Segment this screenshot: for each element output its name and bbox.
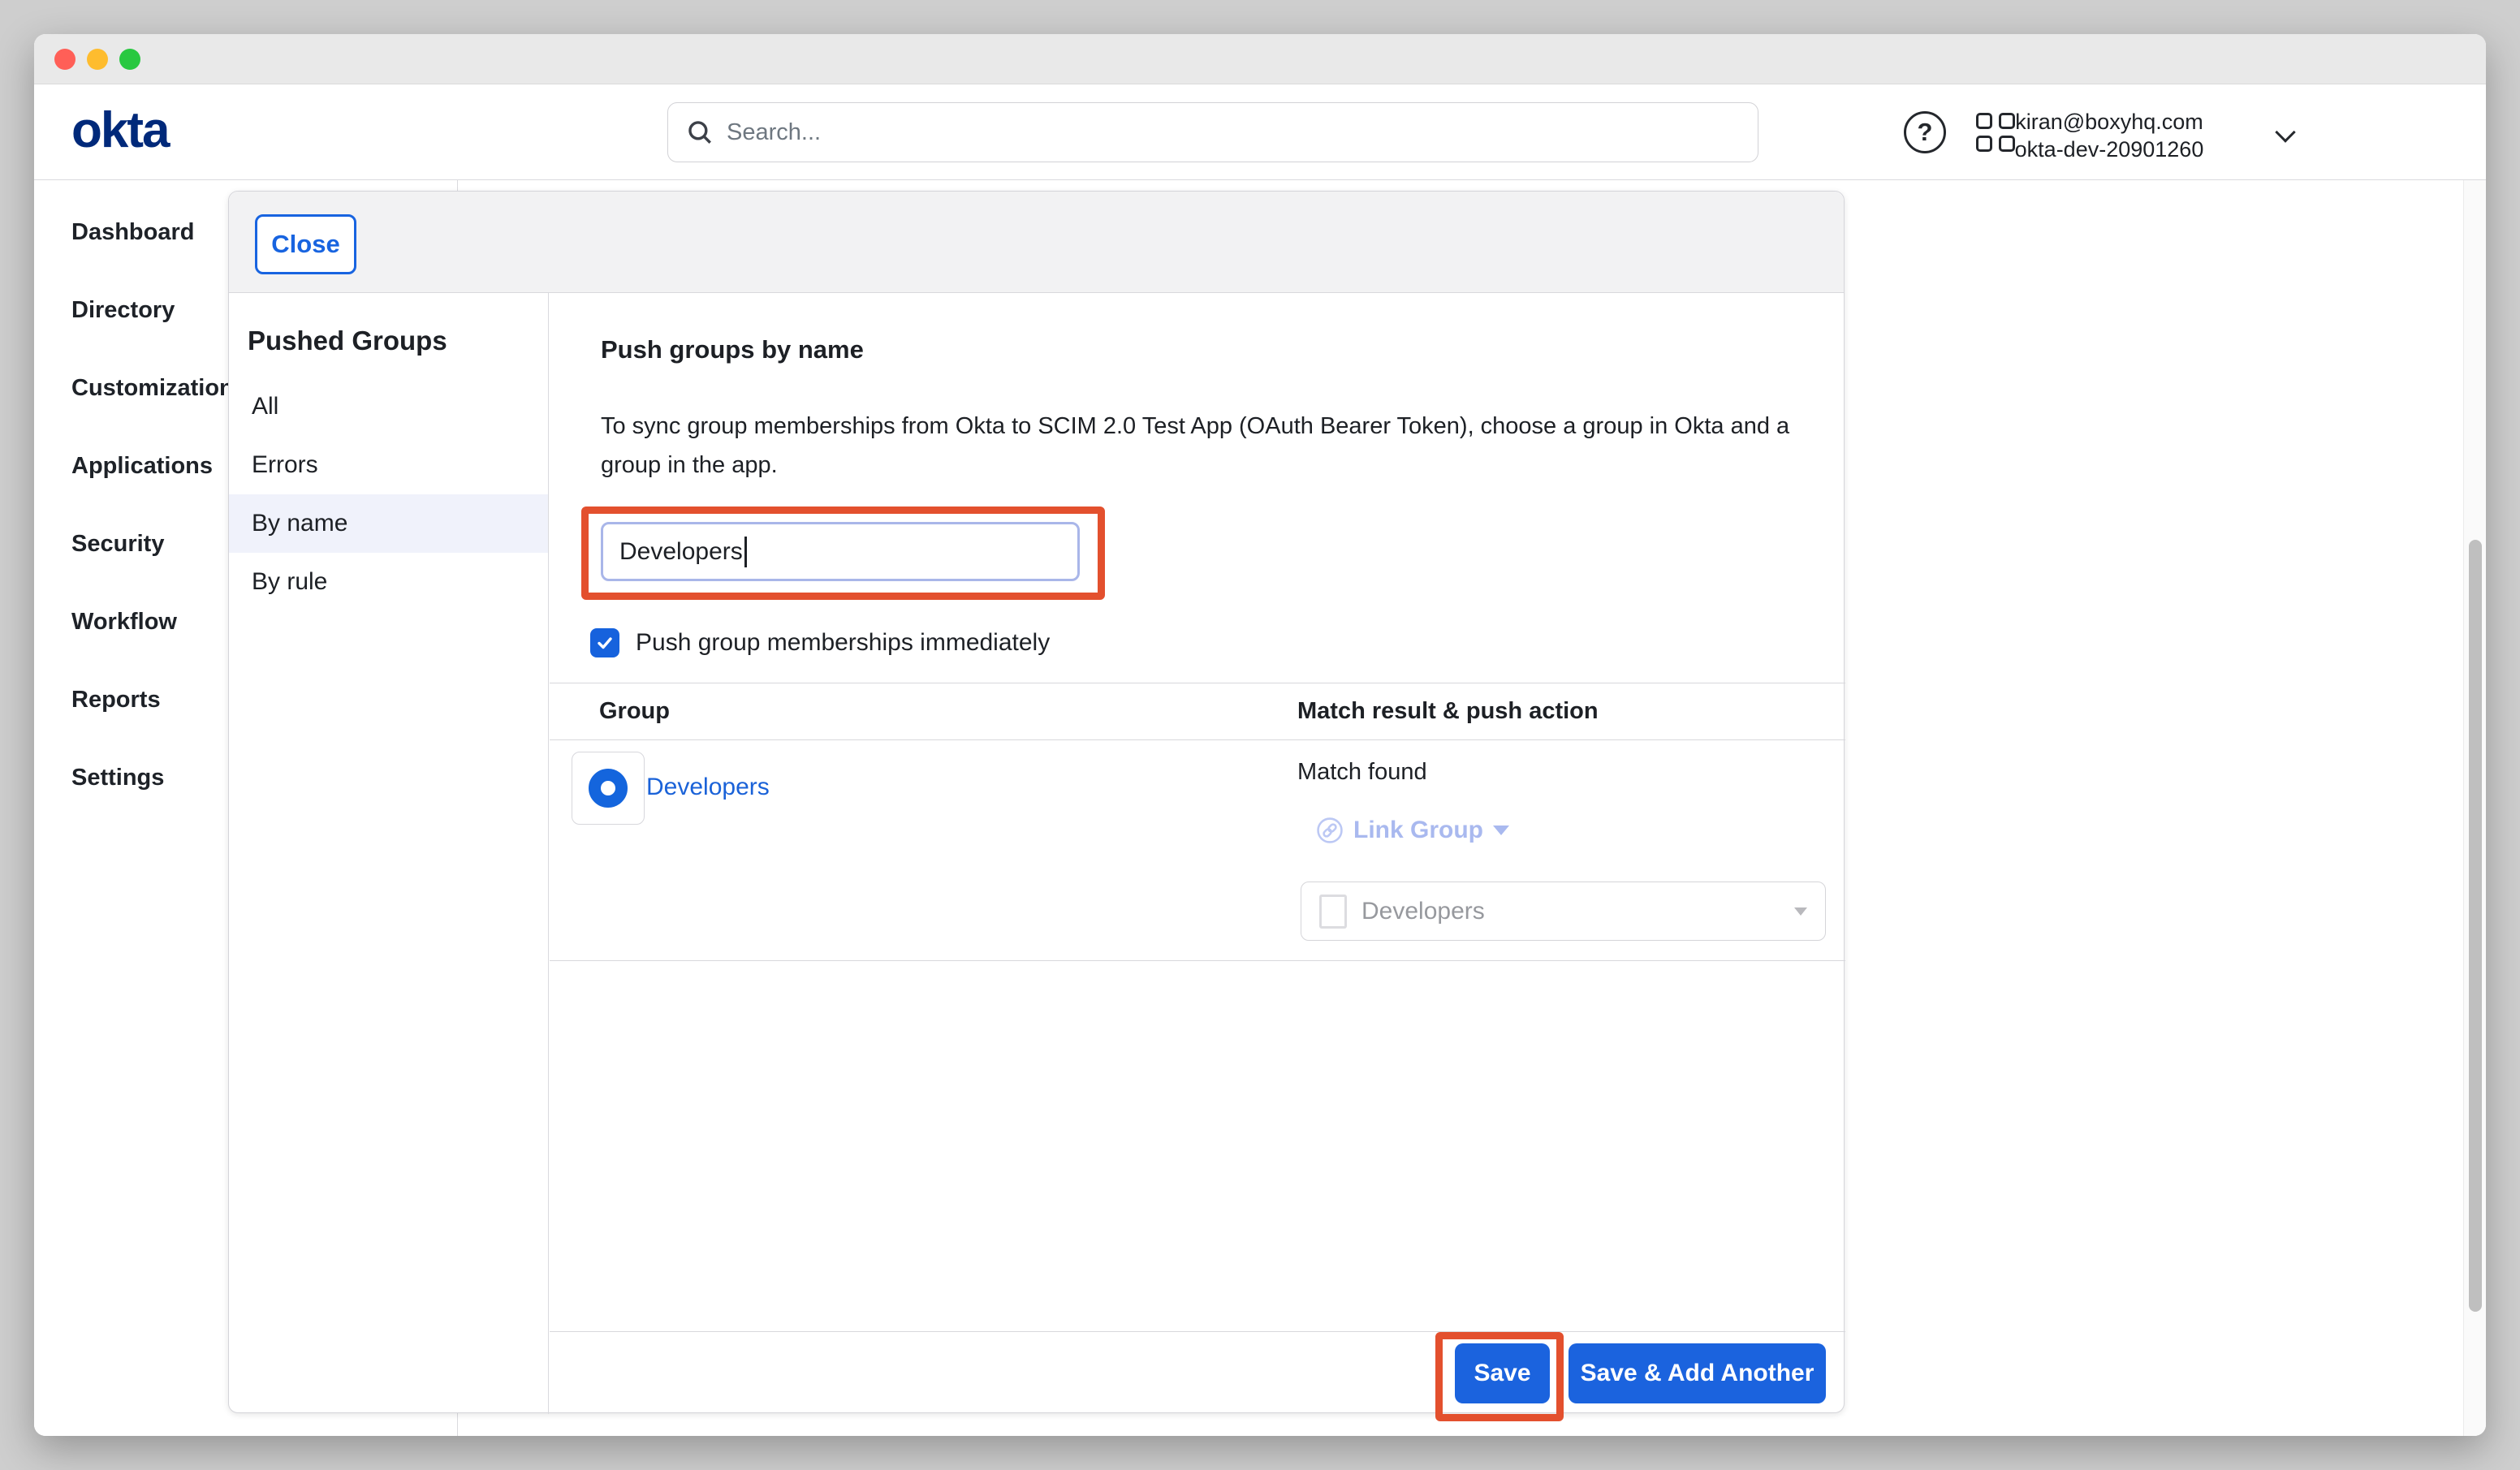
help-glyph: ? [1918,118,1933,147]
save-add-another-button[interactable]: Save & Add Another [1569,1343,1826,1403]
sidebar-item-label: Reports [71,687,161,713]
checkmark-icon [595,633,615,653]
column-header-match: Match result & push action [1297,683,1599,739]
app-header: okta ? kiran@boxyhq.com okta-dev-2090126… [34,84,2486,180]
nav-item-by-name[interactable]: By name [229,494,548,553]
window-minimize-button[interactable] [87,49,108,70]
sidebar-item-label: Workflow [71,609,177,636]
push-groups-description: To sync group memberships from Okta to S… [601,407,1802,485]
column-header-group: Group [599,683,670,739]
search-input[interactable] [727,119,1740,146]
page-scrollbar[interactable] [2463,180,2486,1436]
save-button[interactable]: Save [1455,1343,1550,1403]
app-group-select[interactable]: Developers [1301,882,1826,941]
nav-item-by-rule[interactable]: By rule [229,553,548,611]
push-groups-dialog: Close Pushed Groups All Errors By name B… [228,191,1845,1413]
group-name-input-value: Developers [619,538,743,566]
footer-divider [550,1331,1845,1332]
sidebar-item-label: Applications [71,453,213,480]
link-group-button[interactable]: Link Group [1316,816,1509,845]
group-developers-link[interactable]: Developers [646,774,770,801]
dialog-header: Close [229,192,1844,293]
sidebar-item-label: Directory [71,297,175,324]
sidebar-item-label: Dashboard [71,219,194,246]
nav-item-all[interactable]: All [229,377,548,436]
close-button[interactable]: Close [255,214,356,274]
pushed-groups-title: Pushed Groups [248,325,447,356]
app-window: okta ? kiran@boxyhq.com okta-dev-2090126… [34,34,2486,1436]
sidebar-item-label: Settings [71,765,164,791]
link-icon [1316,817,1344,844]
table-border [550,739,1845,740]
dialog-content: Push groups by name To sync group member… [550,293,1845,1414]
caret-down-icon [1794,907,1807,916]
okta-group-logo-icon [589,769,628,808]
window-zoom-button[interactable] [119,49,140,70]
help-icon[interactable]: ? [1904,111,1946,153]
push-immediately-checkbox[interactable] [590,628,619,657]
main-area: Dashboard Directory Customizations Appli… [34,180,2486,1436]
caret-down-icon [1493,826,1509,835]
push-groups-heading: Push groups by name [601,335,864,364]
search-icon [686,119,714,146]
nav-item-errors[interactable]: Errors [229,436,548,494]
pushed-groups-nav: Pushed Groups All Errors By name By rule [229,293,549,1414]
table-border [550,960,1845,961]
okta-logo: okta [71,104,168,157]
chevron-down-icon[interactable] [2275,123,2296,144]
app-group-icon [1319,895,1347,929]
user-email: kiran@boxyhq.com [1955,108,2263,136]
window-close-button[interactable] [54,49,76,70]
sidebar-item-label: Customizations [71,375,247,402]
group-name-input[interactable]: Developers [601,522,1080,581]
push-immediately-label: Push group memberships immediately [636,627,1050,658]
window-titlebar [34,34,2486,84]
user-org: okta-dev-20901260 [1955,136,2263,163]
link-group-label: Link Group [1353,817,1483,844]
user-account-menu[interactable]: kiran@boxyhq.com okta-dev-20901260 [1955,108,2263,163]
scrollbar-thumb[interactable] [2469,540,2482,1312]
search-box[interactable] [667,102,1758,162]
app-group-select-value: Developers [1361,898,1794,925]
group-avatar [572,752,645,825]
match-result-text: Match found [1297,759,1427,786]
text-cursor [744,537,747,567]
sidebar-item-label: Security [71,531,164,558]
